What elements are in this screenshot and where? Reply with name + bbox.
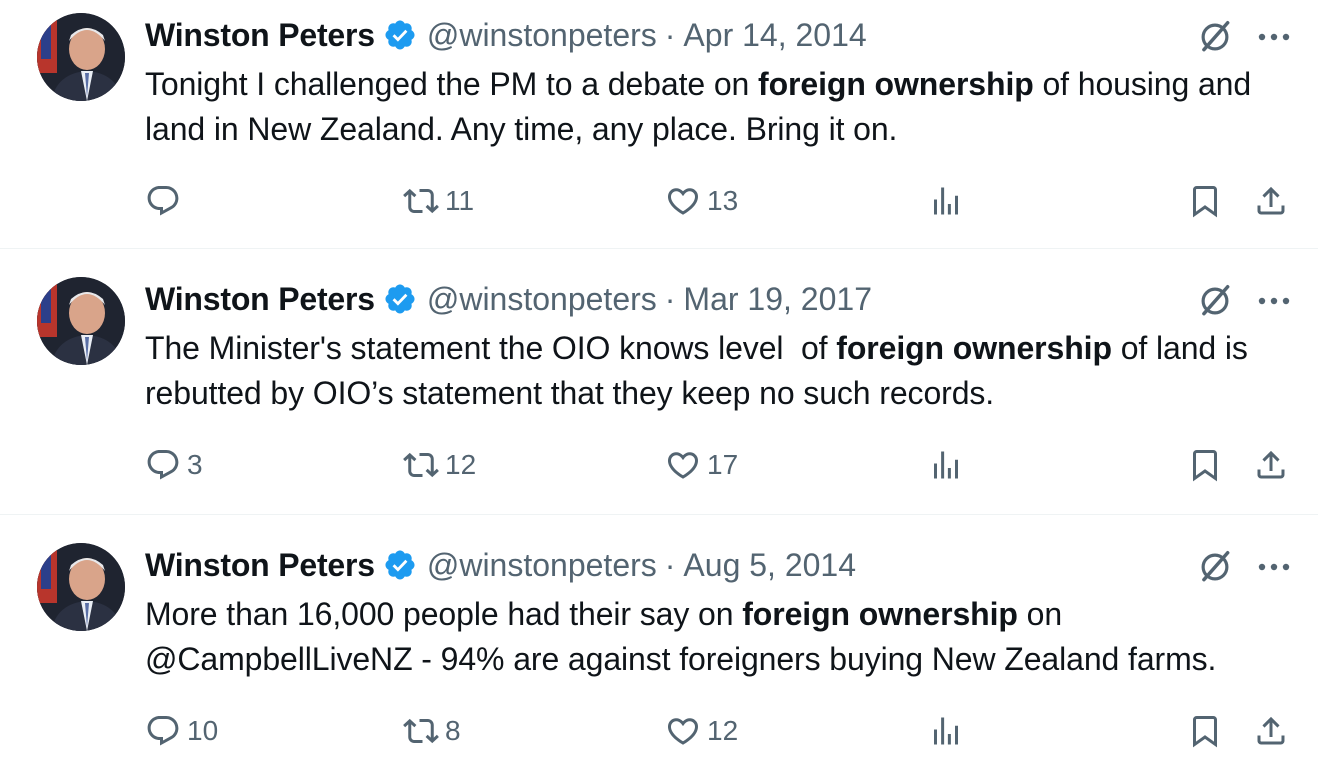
verified-badge-icon — [385, 550, 415, 580]
retweet-button[interactable]: 11 — [403, 181, 474, 221]
bookmark-icon — [1193, 186, 1217, 218]
share-button[interactable] — [1253, 445, 1289, 485]
tweet-header: Winston Peters @winstonpeters · Mar 19, … — [145, 278, 872, 320]
grok-icon[interactable] — [1196, 548, 1234, 586]
reply-count: 10 — [187, 715, 219, 746]
reply-count: 3 — [187, 449, 203, 480]
more-icon[interactable] — [1254, 286, 1294, 316]
views-icon — [934, 451, 958, 479]
views-icon — [934, 187, 958, 215]
share-icon — [1257, 450, 1285, 479]
author-handle[interactable]: @winstonpeters — [427, 281, 657, 318]
reply-button[interactable]: 10 — [145, 711, 218, 751]
tweet[interactable]: Winston Peters @winstonpeters · Apr 14, … — [0, 0, 1318, 249]
share-icon — [1257, 716, 1285, 745]
tweet-header: Winston Peters @winstonpeters · Apr 14, … — [145, 14, 867, 56]
views-icon — [934, 717, 958, 745]
avatar[interactable] — [37, 543, 125, 631]
reply-button[interactable]: 3 — [145, 445, 203, 485]
tweet-text-highlight: foreign ownership — [758, 66, 1034, 102]
tweet-header: Winston Peters @winstonpeters · Aug 5, 2… — [145, 544, 856, 586]
avatar-image — [37, 543, 125, 631]
tweet-text-part: Tonight I challenged the PM to a debate … — [145, 66, 759, 102]
more-icon[interactable] — [1254, 552, 1294, 582]
avatar[interactable] — [37, 13, 125, 101]
tweet-text: Tonight I challenged the PM to a debate … — [145, 62, 1305, 152]
like-count: 12 — [707, 715, 739, 746]
share-icon — [1257, 186, 1285, 215]
author-name[interactable]: Winston Peters — [145, 281, 375, 318]
separator: · — [664, 546, 676, 583]
tweet-text: The Minister's statement the OIO knows l… — [145, 326, 1305, 416]
heart-icon — [667, 188, 699, 215]
heart-icon — [667, 452, 699, 479]
separator: · — [664, 280, 676, 317]
tweet-feed: Winston Peters @winstonpeters · Apr 14, … — [0, 0, 1318, 764]
tweet-text-highlight: foreign ownership — [742, 596, 1018, 632]
views-button[interactable] — [928, 181, 964, 221]
share-button[interactable] — [1253, 181, 1289, 221]
like-button[interactable]: 17 — [665, 445, 738, 485]
author-name[interactable]: Winston Peters — [145, 17, 375, 54]
author-name[interactable]: Winston Peters — [145, 547, 375, 584]
bookmark-button[interactable] — [1187, 181, 1223, 221]
heart-icon — [667, 718, 699, 745]
tweet-text-highlight: foreign ownership — [836, 330, 1112, 366]
retweet-count: 12 — [445, 449, 477, 480]
bookmark-icon — [1193, 716, 1217, 748]
like-button[interactable]: 12 — [665, 711, 738, 751]
views-button[interactable] — [928, 445, 964, 485]
bookmark-button[interactable] — [1187, 445, 1223, 485]
avatar[interactable] — [37, 277, 125, 365]
tweet-text-part: More than 16,000 people had their say on — [145, 596, 743, 632]
tweet[interactable]: Winston Peters @winstonpeters · Aug 5, 2… — [0, 515, 1318, 764]
verified-badge-icon — [385, 284, 415, 314]
reply-icon — [147, 716, 179, 746]
tweet-date[interactable]: Apr 14, 2014 — [683, 17, 866, 54]
grok-icon[interactable] — [1196, 18, 1234, 56]
author-handle[interactable]: @winstonpeters — [427, 17, 657, 54]
tweet-text-part: The Minister's statement the OIO knows l… — [145, 330, 837, 366]
tweet[interactable]: Winston Peters @winstonpeters · Mar 19, … — [0, 249, 1318, 515]
tweet-date[interactable]: Aug 5, 2014 — [683, 547, 856, 584]
reply-icon — [147, 450, 179, 480]
separator: · — [664, 16, 676, 53]
retweet-count: 11 — [445, 185, 475, 216]
reply-button[interactable] — [145, 181, 187, 221]
like-button[interactable]: 13 — [665, 181, 738, 221]
more-icon[interactable] — [1254, 22, 1294, 52]
grok-icon[interactable] — [1196, 282, 1234, 320]
tweet-date[interactable]: Mar 19, 2017 — [683, 281, 872, 318]
author-handle[interactable]: @winstonpeters — [427, 547, 657, 584]
verified-badge-icon — [385, 20, 415, 50]
avatar-image — [37, 277, 125, 365]
tweet-text: More than 16,000 people had their say on… — [145, 592, 1305, 682]
like-count: 13 — [707, 185, 739, 216]
like-count: 17 — [707, 449, 739, 480]
reply-icon — [147, 186, 179, 216]
bookmark-icon — [1193, 450, 1217, 482]
tweet-actions: 11 13 — [145, 181, 1305, 221]
bookmark-button[interactable] — [1187, 711, 1223, 751]
retweet-icon — [403, 718, 439, 744]
tweet-actions: 10 8 12 — [145, 711, 1305, 751]
avatar-image — [37, 13, 125, 101]
retweet-button[interactable]: 12 — [403, 445, 476, 485]
views-button[interactable] — [928, 711, 964, 751]
retweet-icon — [403, 452, 439, 478]
share-button[interactable] — [1253, 711, 1289, 751]
retweet-icon — [403, 188, 439, 214]
retweet-button[interactable]: 8 — [403, 711, 461, 751]
tweet-actions: 3 12 17 — [145, 445, 1305, 485]
retweet-count: 8 — [445, 715, 461, 746]
